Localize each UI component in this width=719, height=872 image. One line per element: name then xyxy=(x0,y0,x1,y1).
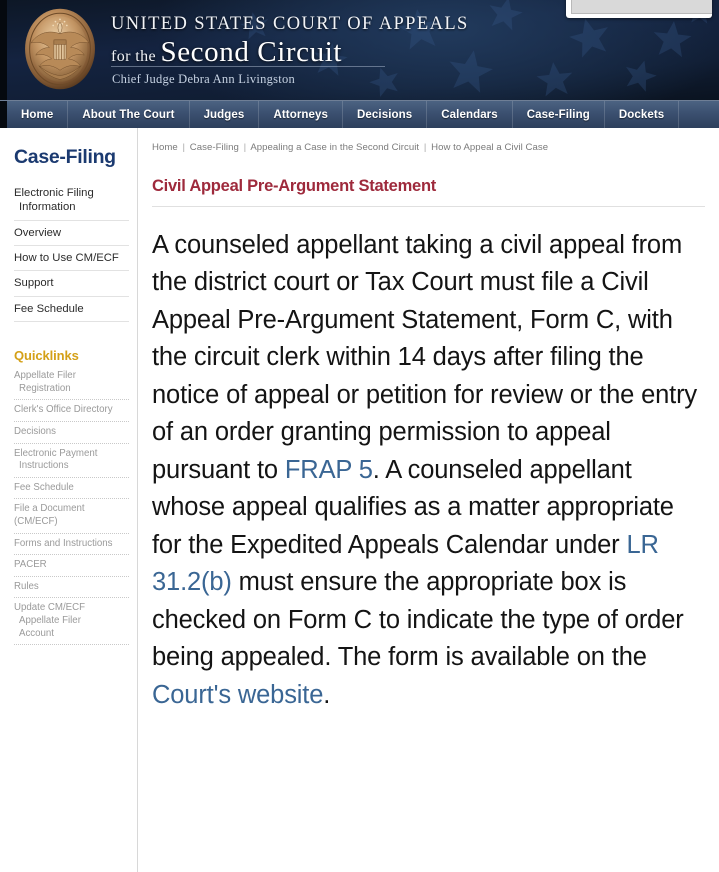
sidebar-title[interactable]: Case-Filing xyxy=(14,146,129,169)
breadcrumb-item-case-filing[interactable]: Case-Filing xyxy=(190,142,239,153)
link-frap-5[interactable]: FRAP 5 xyxy=(285,456,373,484)
sidebar-item-fee-schedule[interactable]: Fee Schedule xyxy=(14,297,129,323)
quicklinks-title: Quicklinks xyxy=(14,348,79,364)
paragraph-part-4: . xyxy=(323,680,331,709)
quicklink-update-cmecf-appellate-filer-account[interactable]: Update CM/ECF Appellate Filer Account xyxy=(14,598,129,646)
nav-left-edge xyxy=(0,101,7,128)
breadcrumb-separator: | xyxy=(243,142,247,153)
quicklink-label: Electronic Payment xyxy=(14,447,98,459)
breadcrumb: Home | Case-Filing | Appealing a Case in… xyxy=(152,142,705,153)
sidebar-item-electronic-filing-information[interactable]: Electronic Filing Information xyxy=(14,181,129,221)
circuit-label: Second Circuit xyxy=(160,36,343,69)
circuit-name-line: for the Second Circuit xyxy=(111,36,469,69)
quicklink-label: Forms and Instructions xyxy=(14,537,113,549)
quicklink-label-cont: Registration xyxy=(19,382,71,394)
quicklink-appellate-filer-registration[interactable]: Appellate Filer Registration xyxy=(14,366,129,401)
quicklink-label-cont: Instructions xyxy=(19,460,69,472)
quicklink-decisions[interactable]: Decisions xyxy=(14,422,129,444)
page-left-edge xyxy=(0,128,7,872)
quicklink-label: PACER xyxy=(14,559,47,571)
quicklink-fee-schedule[interactable]: Fee Schedule xyxy=(14,478,129,500)
quicklink-label: Decisions xyxy=(14,425,56,437)
main-navigation: Home About The Court Judges Attorneys De… xyxy=(0,100,719,128)
link-courts-website[interactable]: Court's website xyxy=(152,681,323,709)
sidebar-item-how-to-use-cmecf[interactable]: How to Use CM/ECF xyxy=(14,246,129,272)
nav-item-about-the-court[interactable]: About The Court xyxy=(68,101,190,128)
header-title-block: UNITED STATES COURT OF APPEALS for the S… xyxy=(111,14,469,69)
court-name-line: UNITED STATES COURT OF APPEALS xyxy=(111,14,469,34)
nav-item-dockets[interactable]: Dockets xyxy=(605,101,680,128)
content-paragraph: A counseled appellant taking a civil app… xyxy=(152,227,705,714)
quicklink-label: Appellate Filer xyxy=(14,370,76,382)
sidebar-item-label: Electronic Filing xyxy=(14,187,94,199)
quicklink-label: File a Document (CM/ECF) xyxy=(14,503,85,527)
quicklink-label: Clerk's Office Directory xyxy=(14,404,113,416)
sidebar-item-overview[interactable]: Overview xyxy=(14,221,129,247)
quicklink-pacer[interactable]: PACER xyxy=(14,555,129,577)
quicklink-label: Rules xyxy=(14,580,39,592)
quicklink-file-a-document-cmecf[interactable]: File a Document (CM/ECF) xyxy=(14,499,129,534)
page-title: Civil Appeal Pre-Argument Statement xyxy=(152,177,705,207)
breadcrumb-item-how-to-appeal-a-civil-case[interactable]: How to Appeal a Civil Case xyxy=(431,142,548,153)
nav-item-calendars[interactable]: Calendars xyxy=(427,101,513,128)
nav-item-decisions[interactable]: Decisions xyxy=(343,101,428,128)
site-search[interactable] xyxy=(566,0,712,18)
header-divider xyxy=(111,66,385,67)
quicklink-label-cont2: Account xyxy=(19,627,55,639)
nav-item-home[interactable]: Home xyxy=(7,101,69,128)
paragraph-part-3: must ensure the appropriate box is check… xyxy=(152,568,684,672)
us-court-seal-icon xyxy=(25,8,95,90)
paragraph-part-1: A counseled appellant taking a civil app… xyxy=(152,231,698,484)
sidebar-item-label: Overview xyxy=(14,226,62,239)
sidebar-item-support[interactable]: Support xyxy=(14,271,129,297)
sidebar-item-label: How to Use CM/ECF xyxy=(14,252,119,265)
nav-item-attorneys[interactable]: Attorneys xyxy=(259,101,344,128)
page-body: Case-Filing Electronic Filing Informatio… xyxy=(0,128,719,872)
quicklink-label-cont: Appellate Filer xyxy=(19,614,81,626)
main-content: Home | Case-Filing | Appealing a Case in… xyxy=(138,128,719,872)
sidebar-item-label-cont: Information xyxy=(19,201,76,214)
quicklink-label: Update CM/ECF xyxy=(14,602,86,614)
breadcrumb-item-appealing-a-case[interactable]: Appealing a Case in the Second Circuit xyxy=(250,142,419,153)
breadcrumb-item-home[interactable]: Home xyxy=(152,142,178,153)
quicklink-clerks-office-directory[interactable]: Clerk's Office Directory xyxy=(14,400,129,422)
quicklink-label: Fee Schedule xyxy=(14,481,74,493)
sidebar-item-label: Fee Schedule xyxy=(14,302,84,315)
for-the-label: for the xyxy=(111,48,157,66)
header-left-edge xyxy=(0,0,7,100)
quicklink-rules[interactable]: Rules xyxy=(14,577,129,599)
quicklink-electronic-payment-instructions[interactable]: Electronic Payment Instructions xyxy=(14,444,129,478)
breadcrumb-separator: | xyxy=(423,142,427,153)
sidebar-item-label: Support xyxy=(14,277,54,290)
site-header: UNITED STATES COURT OF APPEALS for the S… xyxy=(0,0,719,100)
nav-item-judges[interactable]: Judges xyxy=(190,101,260,128)
search-input[interactable] xyxy=(571,0,712,14)
nav-item-case-filing[interactable]: Case-Filing xyxy=(513,101,605,128)
sidebar: Case-Filing Electronic Filing Informatio… xyxy=(7,128,138,872)
quicklink-forms-and-instructions[interactable]: Forms and Instructions xyxy=(14,534,129,556)
breadcrumb-separator: | xyxy=(182,142,186,153)
chief-judge-label: Chief Judge Debra Ann Livingston xyxy=(112,72,295,86)
